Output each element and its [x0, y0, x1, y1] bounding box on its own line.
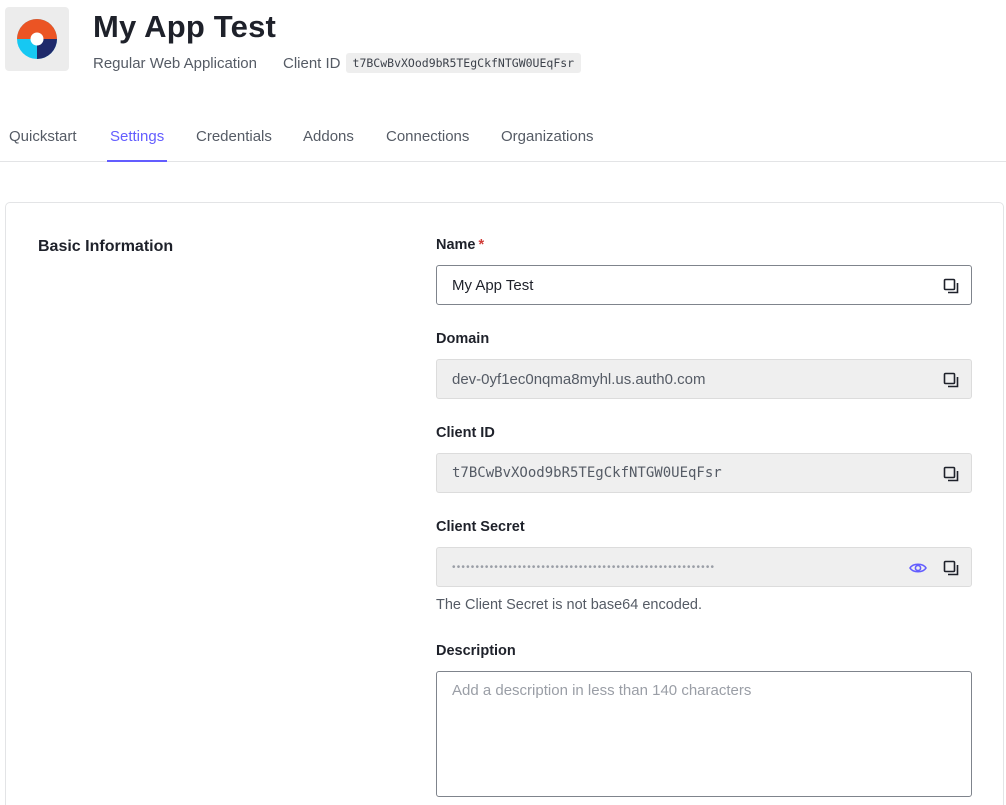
copy-icon[interactable]: [941, 370, 961, 390]
name-label: Name *: [436, 237, 484, 253]
app-logo-icon: [17, 19, 57, 59]
client-id-chip[interactable]: t7BCwBvXOod9bR5TEgCkfNTGW0UEqFsr: [345, 53, 582, 73]
page-title: My App Test: [93, 9, 277, 44]
client-id-field[interactable]: t7BCwBvXOod9bR5TEgCkfNTGW0UEqFsr: [436, 453, 972, 493]
tab-credentials[interactable]: Credentials: [196, 114, 272, 161]
client-id-field-label: Client ID: [436, 425, 495, 441]
app-header: My App Test Regular Web Application Clie…: [5, 7, 1001, 77]
domain-field-value: dev-0yf1ec0nqma8myhl.us.auth0.com: [452, 370, 706, 388]
eye-icon[interactable]: [908, 558, 928, 578]
description-label: Description: [436, 643, 516, 659]
client-secret-hint: The Client Secret is not base64 encoded.: [436, 597, 702, 613]
section-title: Basic Information: [38, 238, 174, 255]
client-secret-label: Client Secret: [436, 519, 525, 535]
app-logo: [5, 7, 69, 71]
required-mark: *: [478, 237, 485, 253]
basic-information-panel: Basic Information Name * My App Test Doma…: [5, 202, 1004, 805]
description-placeholder: Add a description in less than 140 chara…: [452, 682, 752, 699]
tab-addons[interactable]: Addons: [303, 114, 354, 161]
domain-label: Domain: [436, 331, 490, 347]
description-textarea[interactable]: Add a description in less than 140 chara…: [436, 671, 972, 797]
app-meta: Regular Web Application Client ID t7BCwB…: [93, 52, 582, 74]
tab-organizations[interactable]: Organizations: [501, 114, 594, 161]
client-id-field-value: t7BCwBvXOod9bR5TEgCkfNTGW0UEqFsr: [452, 465, 722, 481]
tab-settings[interactable]: Settings: [106, 114, 168, 162]
name-field[interactable]: My App Test: [436, 265, 972, 305]
name-label-text: Name: [436, 237, 476, 253]
client-secret-field[interactable]: ••••••••••••••••••••••••••••••••••••••••…: [436, 547, 972, 587]
client-id-label: Client ID: [283, 54, 341, 72]
copy-icon[interactable]: [941, 276, 961, 296]
tab-connections[interactable]: Connections: [386, 114, 469, 161]
tab-bar: Quickstart Settings Credentials Addons C…: [0, 114, 1006, 162]
copy-icon[interactable]: [941, 558, 961, 578]
name-field-value[interactable]: My App Test: [452, 277, 533, 294]
tab-quickstart[interactable]: Quickstart: [9, 114, 77, 161]
app-type: Regular Web Application: [93, 54, 257, 72]
copy-icon[interactable]: [941, 464, 961, 484]
client-secret-masked: ••••••••••••••••••••••••••••••••••••••••…: [452, 561, 716, 573]
domain-field[interactable]: dev-0yf1ec0nqma8myhl.us.auth0.com: [436, 359, 972, 399]
